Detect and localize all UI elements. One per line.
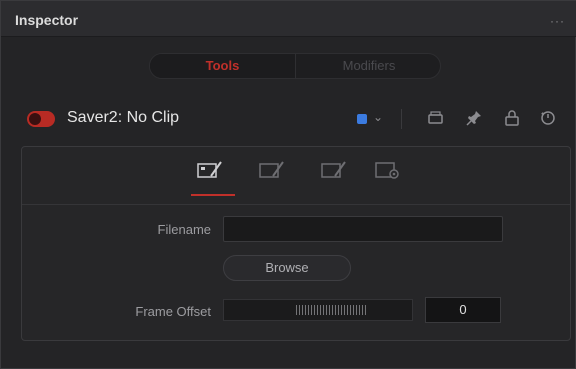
pin-icon[interactable] xyxy=(465,109,483,127)
version-icon[interactable] xyxy=(427,109,445,127)
divider xyxy=(22,204,570,205)
tab-modifiers[interactable]: Modifiers xyxy=(296,54,440,78)
inspector-header: Inspector ··· xyxy=(1,1,576,37)
more-options-icon[interactable]: ··· xyxy=(550,14,565,28)
active-tab-underline xyxy=(191,194,235,196)
node-header-row: Saver2: No Clip ⌄ xyxy=(21,105,561,133)
frame-offset-label: Frame Offset xyxy=(135,304,211,319)
browse-button[interactable]: Browse xyxy=(223,255,351,281)
settings-gear-icon[interactable] xyxy=(375,159,401,181)
inspector-panel: Inspector ··· Tools Modifiers Saver2: No… xyxy=(0,0,576,369)
node-name: Saver2: No Clip xyxy=(67,109,180,126)
file-pen-icon-2[interactable] xyxy=(259,159,285,181)
control-tabs xyxy=(197,159,407,195)
filename-label: Filename xyxy=(157,222,211,237)
node-color-chip[interactable] xyxy=(357,114,367,124)
tools-modifiers-tabs: Tools Modifiers xyxy=(149,53,441,79)
frame-offset-input[interactable]: 0 xyxy=(425,297,501,323)
file-pen-icon-3[interactable] xyxy=(321,159,347,181)
tab-tools[interactable]: Tools xyxy=(150,54,296,78)
file-pen-icon[interactable] xyxy=(197,159,223,181)
inspector-title: Inspector xyxy=(15,12,79,28)
reset-icon[interactable] xyxy=(539,109,557,127)
separator xyxy=(401,109,402,129)
chevron-down-icon[interactable]: ⌄ xyxy=(373,110,383,124)
filename-input[interactable] xyxy=(223,216,503,242)
lock-icon[interactable] xyxy=(503,109,521,127)
node-enable-toggle[interactable] xyxy=(27,111,55,127)
frame-offset-slider[interactable] xyxy=(223,299,413,321)
